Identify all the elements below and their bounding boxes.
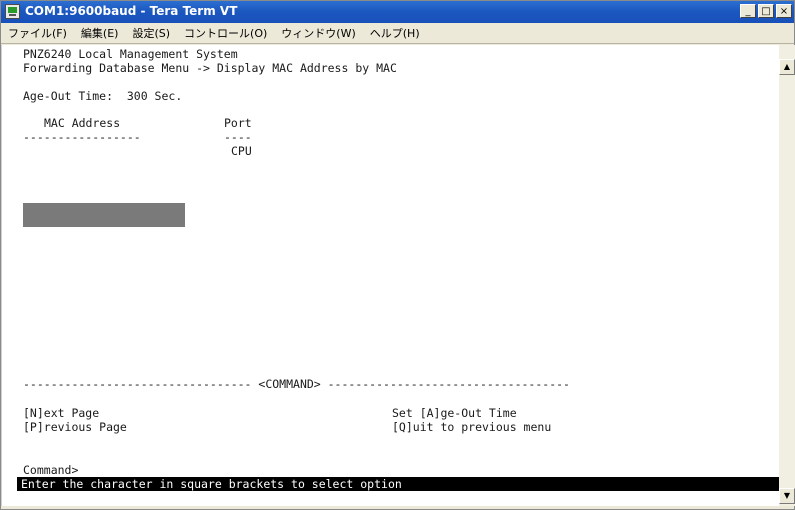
redacted-mac-address xyxy=(23,203,185,227)
scroll-up-arrow-icon[interactable]: ▲ xyxy=(779,59,795,75)
breadcrumb-line: Forwarding Database Menu -> Display MAC … xyxy=(23,61,397,75)
terminal-left-margin xyxy=(1,45,18,506)
window-controls: _ □ × xyxy=(740,4,792,18)
scroll-thumb[interactable] xyxy=(779,75,795,480)
terminal-screen[interactable]: PNZ6240 Local Management System Forwardi… xyxy=(17,45,779,506)
terminal-window: COM1:9600baud - Tera Term VT _ □ × ファイル(… xyxy=(0,0,795,510)
menu-file[interactable]: ファイル(F) xyxy=(1,25,74,41)
tera-term-app-icon[interactable] xyxy=(5,4,20,19)
mac-address-rule: ----------------- xyxy=(23,130,141,144)
title-bar[interactable]: COM1:9600baud - Tera Term VT _ □ × xyxy=(1,1,794,23)
menu-help[interactable]: ヘルプ(H) xyxy=(363,25,427,41)
menu-bar: ファイル(F) 編集(E) 設定(S) コントロール(O) ウィンドウ(W) ヘ… xyxy=(1,23,794,44)
menu-edit[interactable]: 編集(E) xyxy=(74,25,126,41)
minimize-button[interactable]: _ xyxy=(740,4,756,18)
scroll-down-arrow-icon[interactable]: ▼ xyxy=(779,488,795,504)
command-quit: [Q]uit to previous menu xyxy=(392,420,552,434)
command-set-age-out: Set [A]ge-Out Time xyxy=(392,406,517,420)
menu-control[interactable]: コントロール(O) xyxy=(177,25,274,41)
command-divider: --------------------------------- <COMMA… xyxy=(23,377,570,391)
command-previous-page: [P]revious Page xyxy=(23,420,127,434)
vertical-scrollbar[interactable]: ▲ ▼ xyxy=(779,45,795,506)
close-button[interactable]: × xyxy=(776,4,792,18)
port-value: CPU xyxy=(231,144,252,158)
system-name-line: PNZ6240 Local Management System xyxy=(23,47,238,61)
age-out-time-line: Age-Out Time: 300 Sec. xyxy=(23,89,183,103)
port-rule: ---- xyxy=(224,130,252,144)
menu-setup[interactable]: 設定(S) xyxy=(125,25,177,41)
menu-window[interactable]: ウィンドウ(W) xyxy=(274,25,362,41)
status-line: Enter the character in square brackets t… xyxy=(17,477,779,491)
port-header: Port xyxy=(224,116,252,130)
maximize-button[interactable]: □ xyxy=(758,4,774,18)
status-text: Enter the character in square brackets t… xyxy=(21,477,402,491)
window-title: COM1:9600baud - Tera Term VT xyxy=(25,4,238,18)
mac-address-header: MAC Address xyxy=(44,116,121,130)
command-prompt[interactable]: Command> xyxy=(23,463,78,477)
command-next-page: [N]ext Page xyxy=(23,406,100,420)
